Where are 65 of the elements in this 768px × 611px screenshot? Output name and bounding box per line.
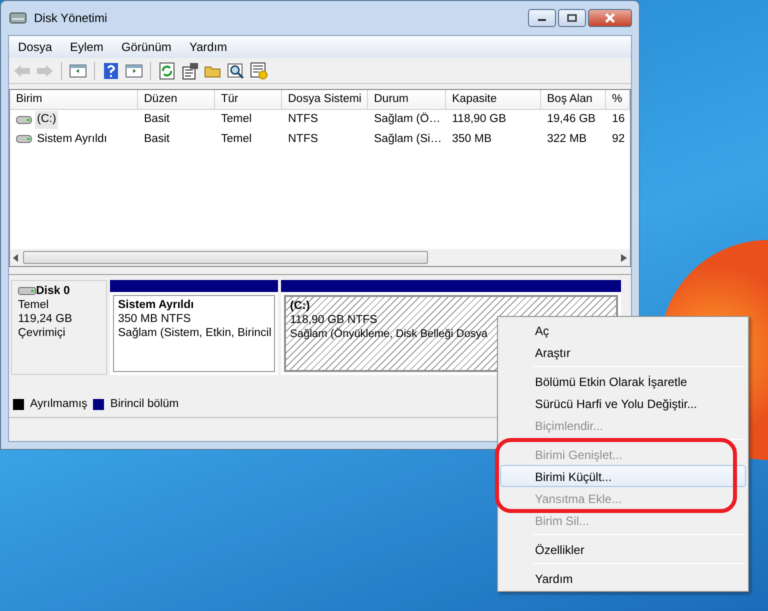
menu-item[interactable]: Sürücü Harfi ve Yolu Değiştir... <box>500 392 704 414</box>
menu-item[interactable]: Dosya <box>9 38 62 56</box>
settings-icon[interactable] <box>249 60 269 80</box>
table-cell-text: 118,90 GB <box>451 112 508 128</box>
close-button[interactable] <box>588 9 632 27</box>
column-header[interactable]: % <box>606 90 630 110</box>
menu-item[interactable]: Özellikler <box>500 538 592 560</box>
menu-item[interactable]: Birimi Küçült... <box>500 465 746 487</box>
disk-info: 119,24 GB <box>18 312 74 326</box>
table-cell-text: Basit <box>143 132 171 146</box>
disk-info: Temel <box>18 298 50 312</box>
partition-size: 118,90 GB NTFS <box>290 313 378 327</box>
table-cell-text: Temel <box>220 112 253 128</box>
table-cell-text: NTFS <box>287 112 320 128</box>
minimize-button[interactable] <box>528 9 556 27</box>
magnifier-icon[interactable] <box>226 60 246 80</box>
volume-name[interactable]: (C:) <box>35 111 58 128</box>
table-cell-text: Basit <box>143 112 171 128</box>
column-header[interactable]: Boş Alan <box>541 90 606 110</box>
column-header[interactable]: Durum <box>368 90 446 110</box>
menu-item[interactable]: Yardım <box>180 38 236 56</box>
table-cell-text: 350 MB <box>451 132 493 146</box>
column-header[interactable]: Düzen <box>138 90 215 110</box>
drive-icon <box>16 114 32 125</box>
disk-name: Disk 0 <box>36 284 70 298</box>
drive-icon <box>18 286 36 296</box>
legend-label: Ayrılmamış <box>30 396 88 412</box>
close-icon <box>604 13 616 23</box>
scroll-left-icon <box>13 254 19 262</box>
volume-name[interactable]: Sistem Ayrıldı <box>35 130 110 148</box>
disk-info: Çevrimiçi <box>18 326 66 340</box>
table-cell-text: Sağlam (Ö… <box>373 111 442 128</box>
column-header[interactable]: Dosya Sistemi <box>282 90 368 110</box>
table-cell-text: 16 <box>611 112 626 128</box>
horizontal-scrollbar[interactable] <box>10 249 630 266</box>
maximize-button[interactable] <box>558 9 586 27</box>
refresh-icon[interactable] <box>157 60 177 80</box>
menu-item[interactable]: Yardım <box>500 567 580 589</box>
scrollbar-thumb[interactable] <box>23 251 428 264</box>
partition-block[interactable]: Sistem Ayrıldı 350 MB NTFS Sağlam (Sistem, Etkin, Birincil <box>110 280 278 375</box>
drive-icon <box>16 134 32 144</box>
partition-status: Sağlam (Sistem, Etkin, Birincil <box>118 326 272 340</box>
partition-name: (C:) <box>290 299 310 313</box>
partition-status: Sağlam (Önyükleme, Disk Belleği Dosya <box>290 327 488 341</box>
table-cell-text: 19,46 GB <box>546 112 597 128</box>
menu-item[interactable]: Eylem <box>61 38 112 56</box>
table-cell-text: NTFS <box>287 132 320 146</box>
partition-name: Sistem Ayrıldı <box>118 298 194 312</box>
window-title: Disk Yönetimi <box>34 10 108 27</box>
column-header[interactable]: Tür <box>215 90 282 110</box>
legend-label: Birincil bölüm <box>110 396 179 412</box>
table-cell-text: Sağlam (Si… <box>373 132 443 146</box>
table-cell-text: 92 <box>611 132 626 146</box>
column-header[interactable]: Birim <box>10 90 138 110</box>
properties-icon[interactable] <box>180 60 200 80</box>
table-cell-text: Temel <box>220 132 253 146</box>
menu-item[interactable]: Görünüm <box>112 38 180 56</box>
partition-size: 350 MB NTFS <box>118 312 191 326</box>
maximize-icon <box>567 14 577 22</box>
menu-item[interactable]: Aç <box>500 319 556 341</box>
scroll-right-icon <box>621 254 627 262</box>
help-icon[interactable] <box>101 60 121 80</box>
column-header[interactable]: Kapasite <box>446 90 541 110</box>
table-cell-text: 322 MB <box>546 132 588 146</box>
menu-item[interactable]: Araştır <box>500 341 578 363</box>
